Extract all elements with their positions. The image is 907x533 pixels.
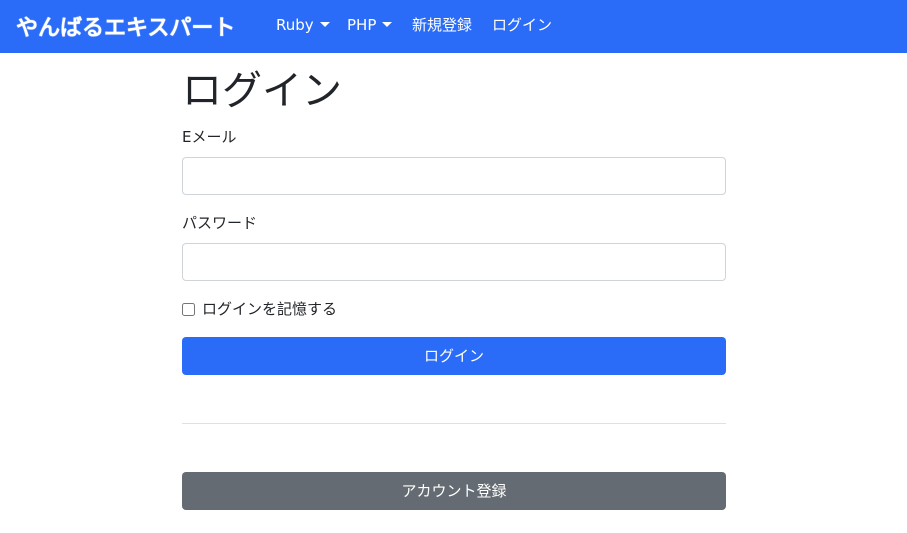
brand-logo[interactable]: やんばるエキスパート — [16, 10, 235, 42]
navbar: やんばるエキスパート Ruby PHP 新規登録 ログイン — [0, 0, 907, 53]
email-label: Eメール — [182, 128, 237, 146]
email-field[interactable] — [182, 157, 726, 195]
nav-link-signup[interactable]: 新規登録 — [412, 15, 472, 35]
remember-me-checkbox[interactable] — [182, 302, 195, 316]
nav-link-login[interactable]: ログイン — [492, 15, 552, 35]
password-label: パスワード — [182, 214, 258, 232]
login-button[interactable]: ログイン — [182, 337, 726, 375]
divider — [182, 423, 726, 424]
caret-down-icon — [319, 22, 330, 27]
remember-me-row: ログインを記憶する — [182, 298, 337, 320]
password-field[interactable] — [182, 243, 726, 281]
nav-dropdown-php-label: PHP — [347, 16, 377, 34]
nav-dropdown-php[interactable]: PHP — [347, 15, 393, 35]
nav-dropdown-ruby-label: Ruby — [276, 16, 314, 34]
nav-dropdown-ruby[interactable]: Ruby — [276, 15, 330, 35]
page-title: ログイン — [182, 68, 342, 114]
caret-down-icon — [382, 22, 393, 27]
remember-me-label[interactable]: ログインを記憶する — [202, 298, 337, 320]
register-account-button[interactable]: アカウント登録 — [182, 472, 726, 510]
